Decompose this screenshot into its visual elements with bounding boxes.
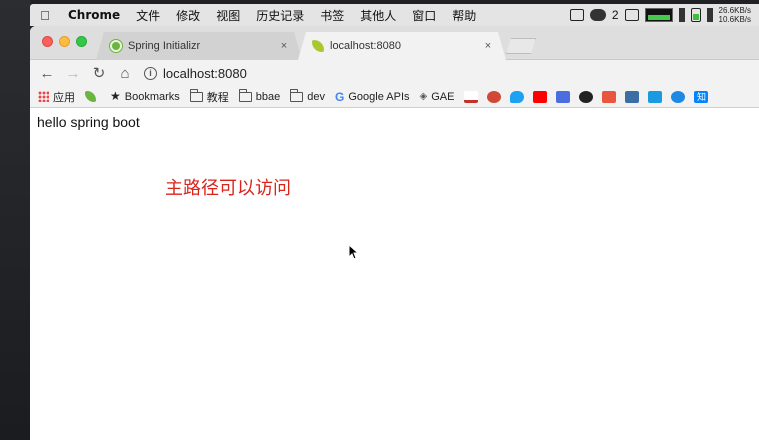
new-tab-button[interactable]	[506, 38, 536, 54]
spring-favicon-icon	[110, 40, 122, 52]
menu-bookmarks[interactable]: 书签	[312, 7, 352, 24]
reload-button[interactable]: ↻	[88, 62, 110, 84]
network-graph-icon[interactable]	[644, 8, 673, 22]
gae-icon: ◈	[419, 91, 428, 102]
bookmark-label: Bookmarks	[124, 90, 180, 103]
menu-help[interactable]: 帮助	[444, 7, 484, 24]
zhihu-icon[interactable]: 知	[694, 90, 709, 103]
menu-window[interactable]: 窗口	[404, 7, 444, 24]
browser-window: Spring Initializr × localhost:8080 × ← →…	[30, 26, 759, 440]
forward-button[interactable]: →	[62, 62, 84, 84]
memory-meter-icon	[706, 8, 713, 22]
window-controls	[42, 36, 87, 47]
bookmark-label: bbae	[255, 90, 281, 103]
youtube-icon[interactable]	[533, 90, 548, 103]
tab-close-icon[interactable]: ×	[482, 40, 494, 52]
network-speed: 26.6KB/s 10.6KB/s	[719, 6, 751, 24]
star-icon: ★	[110, 89, 121, 103]
screen-record-icon[interactable]	[569, 9, 584, 21]
apple-icon[interactable]: 	[30, 8, 60, 23]
download-speed: 10.6KB/s	[718, 15, 751, 24]
home-button[interactable]: ⌂	[114, 62, 136, 84]
tab-spring-initializr[interactable]: Spring Initializr ×	[96, 32, 302, 60]
leaf-favicon-icon	[312, 40, 324, 52]
folder-icon	[238, 88, 252, 102]
bookmark-bookmarks[interactable]: ★ Bookmarks	[110, 89, 180, 103]
tab-localhost[interactable]: localhost:8080 ×	[298, 32, 506, 60]
address-bar[interactable]: i localhost:8080	[140, 62, 753, 84]
google-icon: G	[335, 89, 345, 104]
bookmarks-bar: 应用 ★ Bookmarks 教程 bbae dev G Google APIs…	[30, 86, 759, 108]
leaf-icon	[85, 91, 96, 102]
bookmark-spring[interactable]	[85, 91, 100, 102]
page-body-text: hello spring boot	[37, 114, 140, 130]
menu-bar:  Chrome 文件 修改 视图 历史记录 书签 其他人 窗口 帮助 2 26…	[30, 4, 759, 26]
annotation-text: 主路径可以访问	[165, 178, 291, 199]
bookmark-label: 应用	[53, 91, 75, 104]
menu-history[interactable]: 历史记录	[248, 7, 312, 24]
bookmark-label: GAE	[431, 90, 455, 103]
maximize-window-button[interactable]	[76, 36, 87, 47]
google-plus-icon[interactable]	[487, 90, 502, 103]
menu-edit[interactable]: 修改	[168, 7, 208, 24]
translate-icon[interactable]	[556, 90, 571, 103]
bookmark-label: dev	[307, 90, 326, 103]
minimize-window-button[interactable]	[59, 36, 70, 47]
wechat-count: 2	[611, 8, 619, 22]
bookmark-folder-dev[interactable]: dev	[290, 88, 326, 103]
tab-title: localhost:8080	[330, 40, 401, 52]
page-content: hello spring boot 主路径可以访问	[30, 108, 759, 418]
folder-icon	[189, 88, 203, 102]
twitter-icon[interactable]	[510, 90, 525, 103]
desktop-strip	[0, 0, 30, 440]
tab-title: Spring Initializr	[128, 40, 201, 52]
battery-icon[interactable]	[690, 8, 701, 22]
github-icon[interactable]	[579, 90, 594, 103]
status-area: 2 26.6KB/s 10.6KB/s	[569, 6, 759, 24]
wechat-icon[interactable]	[589, 9, 606, 21]
bookmark-gae[interactable]: ◈ GAE	[420, 91, 455, 103]
bookmark-google-apis[interactable]: G Google APIs	[335, 90, 410, 104]
monitor-icon[interactable]	[624, 9, 639, 21]
tab-close-icon[interactable]: ×	[278, 40, 290, 52]
bookmark-folder-tutorial[interactable]: 教程	[189, 88, 229, 105]
bookmark-label: 教程	[206, 91, 229, 104]
jianshu-icon[interactable]	[602, 90, 617, 103]
mouse-cursor-icon	[348, 244, 358, 260]
menu-app-name[interactable]: Chrome	[60, 8, 128, 22]
cpu-meter-icon	[678, 8, 685, 22]
safari-icon[interactable]	[671, 90, 686, 103]
apps-grid-icon	[38, 91, 49, 102]
menu-people[interactable]: 其他人	[352, 7, 404, 24]
back-button[interactable]: ←	[36, 62, 58, 84]
bookmark-folder-bbae[interactable]: bbae	[238, 88, 281, 103]
close-window-button[interactable]	[42, 36, 53, 47]
browser-toolbar: ← → ↻ ⌂ i localhost:8080	[30, 60, 759, 86]
site-info-icon[interactable]: i	[144, 66, 157, 80]
url-text[interactable]: localhost:8080	[163, 66, 247, 81]
gmail-icon[interactable]	[464, 90, 479, 103]
bookmark-label: Google APIs	[348, 90, 410, 103]
tab-strip: Spring Initializr × localhost:8080 ×	[30, 26, 759, 60]
menu-file[interactable]: 文件	[128, 7, 168, 24]
bookmark-apps[interactable]: 应用	[38, 89, 75, 105]
window-icon[interactable]	[648, 90, 663, 103]
folder-icon	[290, 88, 304, 102]
msdn-icon[interactable]	[625, 90, 640, 103]
upload-speed: 26.6KB/s	[718, 6, 751, 15]
menu-view[interactable]: 视图	[208, 7, 248, 24]
